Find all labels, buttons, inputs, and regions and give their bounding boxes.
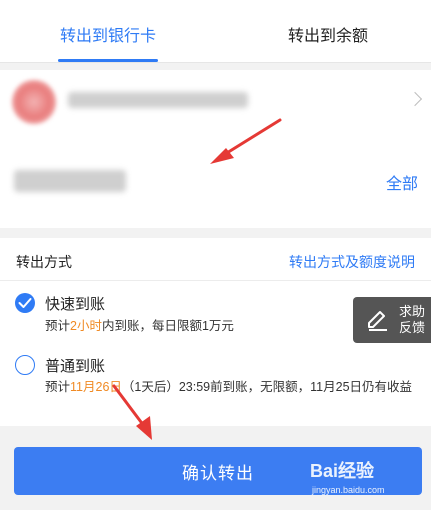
- withdraw-all-link[interactable]: 全部: [386, 170, 418, 194]
- bank-logo: [12, 80, 56, 124]
- tab-transfer-to-balance[interactable]: 转出到余额: [248, 12, 408, 62]
- help-feedback-label: 求助反馈: [399, 304, 426, 335]
- fast-arrival-description: 预计2小时内到账，每日限额1万元: [45, 319, 234, 333]
- blurred-bank-name: [68, 92, 248, 108]
- fast-arrival-title[interactable]: 快速到账: [45, 293, 105, 314]
- chevron-right-icon[interactable]: [407, 91, 423, 107]
- active-tab-indicator: [58, 59, 158, 62]
- method-explanation-link[interactable]: 转出方式及额度说明: [289, 252, 415, 272]
- normal-arrival-description: 预计11月26日（1天后）23:59前到账，无限额，11月25日仍有收益: [45, 380, 413, 394]
- annotation-arrow-icon: [112, 384, 152, 440]
- divider: [0, 280, 431, 281]
- method-heading: 转出方式: [16, 254, 72, 270]
- watermark-sub: jingyan.baidu.com: [312, 485, 385, 495]
- edit-pencil-icon: [368, 311, 387, 331]
- tab-transfer-to-bank-card[interactable]: 转出到银行卡: [28, 12, 188, 62]
- top-band: [0, 0, 431, 12]
- watermark-main: Bai经验: [310, 461, 375, 481]
- help-feedback-button[interactable]: 求助反馈: [353, 297, 431, 343]
- normal-arrival-title[interactable]: 普通到账: [45, 355, 105, 376]
- fast-arrival-radio[interactable]: [15, 293, 35, 313]
- baidu-jingyan-watermark: Bai经验 jingyan.baidu.com: [310, 457, 428, 497]
- check-icon: [18, 298, 32, 308]
- tab-bar: 转出到银行卡 转出到余额: [0, 12, 431, 63]
- normal-arrival-radio[interactable]: [15, 355, 35, 375]
- annotation-arrow-icon: [210, 118, 282, 164]
- blurred-amount: [14, 170, 126, 192]
